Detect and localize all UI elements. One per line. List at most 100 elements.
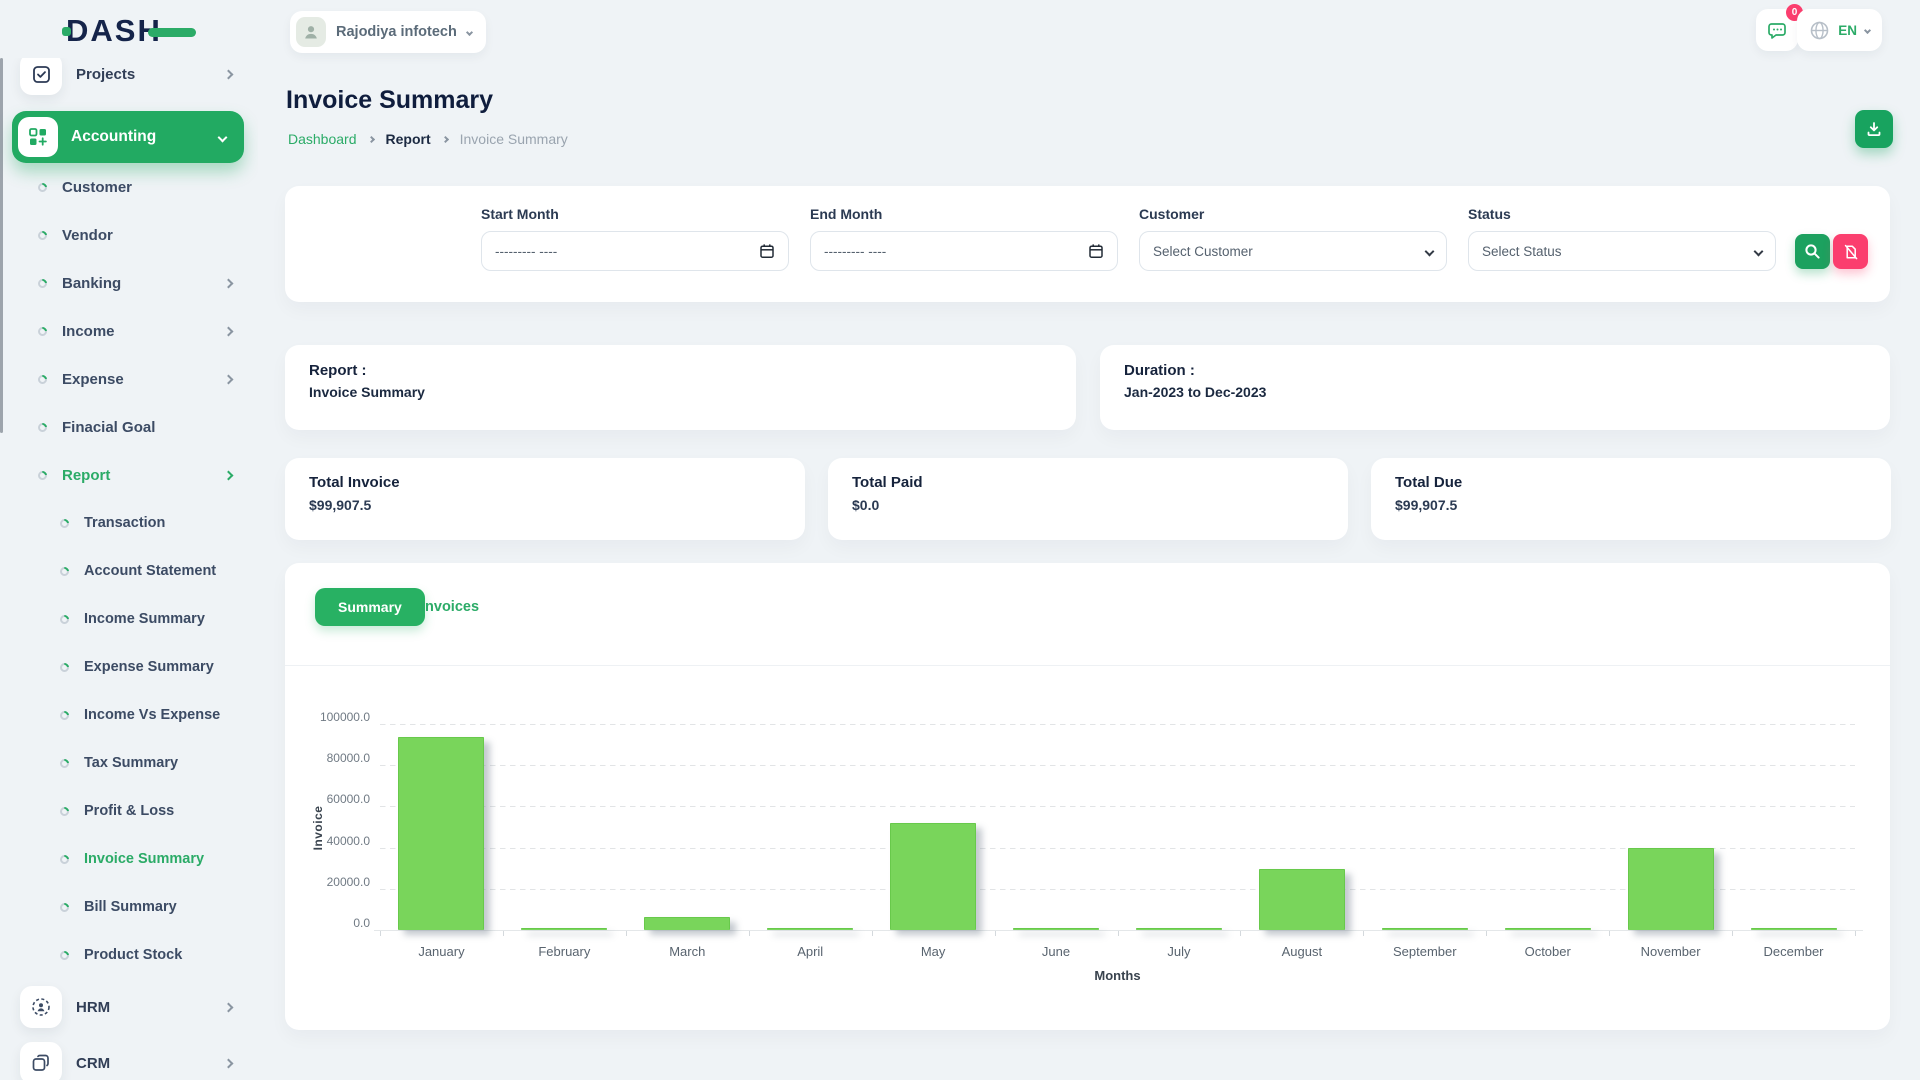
sidebar-item-label: Product Stock bbox=[84, 947, 182, 963]
bullet-icon bbox=[36, 373, 49, 386]
sidebar-item-profit-loss[interactable]: Profit & Loss bbox=[0, 787, 258, 835]
sidebar-item-income[interactable]: Income bbox=[0, 307, 258, 355]
sidebar-item-label: Customer bbox=[62, 179, 132, 196]
breadcrumb-current: Invoice Summary bbox=[460, 131, 568, 147]
sidebar-item-bill-summary[interactable]: Bill Summary bbox=[0, 883, 258, 931]
chart-bar-august[interactable] bbox=[1259, 869, 1345, 930]
chart-bar-december[interactable] bbox=[1751, 928, 1837, 930]
bullet-icon bbox=[36, 421, 49, 434]
sidebar-item-finacial-goal[interactable]: Finacial Goal bbox=[0, 403, 258, 451]
chevron-down-icon bbox=[1754, 246, 1764, 256]
top-header: DASH Rajodiya infotech 0 EN bbox=[0, 0, 1920, 58]
chart-bar-column: June bbox=[995, 725, 1118, 931]
filter-card: Start Month --------- ---- End Month ---… bbox=[285, 186, 1890, 302]
chart-bar-may[interactable] bbox=[890, 823, 976, 930]
sidebar-item-label: Banking bbox=[62, 275, 121, 292]
sidebar-item-transaction[interactable]: Transaction bbox=[0, 499, 258, 547]
x-axis-tick-label: March bbox=[626, 944, 749, 959]
end-month-input[interactable]: --------- ---- bbox=[810, 231, 1118, 271]
globe-icon bbox=[1809, 20, 1830, 41]
sidebar-item-expense-summary[interactable]: Expense Summary bbox=[0, 643, 258, 691]
sidebar-item-hrm[interactable]: HRM bbox=[0, 979, 258, 1035]
sidebar-item-label: Accounting bbox=[71, 128, 156, 146]
sidebar-item-banking[interactable]: Banking bbox=[0, 259, 258, 307]
chart-bar-november[interactable] bbox=[1628, 848, 1714, 930]
end-month-field: End Month --------- ---- bbox=[810, 206, 1118, 271]
sidebar-scrollbar[interactable] bbox=[0, 58, 3, 433]
tab-invoices[interactable]: Invoices bbox=[421, 588, 479, 626]
x-axis-tick-label: February bbox=[503, 944, 626, 959]
chevron-down-icon bbox=[1425, 246, 1435, 256]
sidebar-item-label: Bill Summary bbox=[84, 899, 177, 915]
chart-bar-february[interactable] bbox=[521, 928, 607, 930]
sidebar-item-accounting[interactable]: Accounting bbox=[12, 111, 244, 163]
messages-button[interactable]: 0 bbox=[1756, 9, 1798, 51]
x-axis-tick-label: April bbox=[749, 944, 872, 959]
chart-bar-july[interactable] bbox=[1136, 928, 1222, 930]
total-invoice-label: Total Invoice bbox=[309, 474, 781, 491]
chart-bar-september[interactable] bbox=[1382, 928, 1468, 930]
checkbox-icon bbox=[20, 58, 62, 95]
chart-bar-october[interactable] bbox=[1505, 928, 1591, 930]
sidebar-item-projects[interactable]: Projects bbox=[0, 58, 258, 100]
app-logo[interactable]: DASH bbox=[66, 13, 186, 47]
bullet-icon bbox=[58, 853, 71, 866]
start-month-placeholder: --------- ---- bbox=[495, 244, 759, 259]
y-axis-tick-label: 80000.0 bbox=[290, 751, 370, 765]
customer-select[interactable]: Select Customer bbox=[1139, 231, 1447, 271]
sidebar-item-vendor[interactable]: Vendor bbox=[0, 211, 258, 259]
sidebar-item-label: Transaction bbox=[84, 515, 165, 531]
duration-info-value: Jan-2023 to Dec-2023 bbox=[1124, 384, 1866, 400]
y-axis-tick-label: 60000.0 bbox=[290, 792, 370, 806]
page-title: Invoice Summary bbox=[286, 86, 493, 115]
apply-filter-button[interactable] bbox=[1795, 234, 1830, 269]
sidebar-item-tax-summary[interactable]: Tax Summary bbox=[0, 739, 258, 787]
sidebar-item-crm[interactable]: CRM bbox=[0, 1035, 258, 1080]
person-icon bbox=[302, 23, 320, 41]
sidebar-item-income-vs-expense[interactable]: Income Vs Expense bbox=[0, 691, 258, 739]
sidebar-item-invoice-summary[interactable]: Invoice Summary bbox=[0, 835, 258, 883]
status-select[interactable]: Select Status bbox=[1468, 231, 1776, 271]
sidebar-item-label: Vendor bbox=[62, 227, 113, 244]
language-selector[interactable]: EN bbox=[1797, 9, 1882, 51]
chart-bar-june[interactable] bbox=[1013, 928, 1099, 930]
language-code: EN bbox=[1838, 23, 1857, 38]
y-axis-tick-label: 40000.0 bbox=[290, 834, 370, 848]
chart-bar-april[interactable] bbox=[767, 928, 853, 930]
chart-bar-column: July bbox=[1118, 725, 1241, 931]
reset-filter-button[interactable] bbox=[1833, 234, 1868, 269]
total-paid-label: Total Paid bbox=[852, 474, 1324, 491]
grid-plus-icon bbox=[18, 117, 58, 157]
x-axis-tick-label: December bbox=[1732, 944, 1855, 959]
breadcrumb-dashboard[interactable]: Dashboard bbox=[288, 131, 357, 147]
sidebar-item-account-statement[interactable]: Account Statement bbox=[0, 547, 258, 595]
status-selected-value: Select Status bbox=[1482, 244, 1755, 259]
x-axis-tick-label: June bbox=[995, 944, 1118, 959]
company-selector[interactable]: Rajodiya infotech bbox=[290, 11, 486, 53]
customer-label: Customer bbox=[1139, 206, 1447, 222]
x-axis-tick-label: January bbox=[380, 944, 503, 959]
sidebar-item-label: Profit & Loss bbox=[84, 803, 174, 819]
bullet-icon bbox=[58, 757, 71, 770]
chart-bar-march[interactable] bbox=[644, 917, 730, 930]
chart-bar-column: November bbox=[1609, 725, 1732, 931]
bullet-icon bbox=[58, 661, 71, 674]
sidebar-item-customer[interactable]: Customer bbox=[0, 163, 258, 211]
sidebar-item-report[interactable]: Report bbox=[0, 451, 258, 499]
chart-bar-january[interactable] bbox=[398, 737, 484, 930]
sidebar-item-product-stock[interactable]: Product Stock bbox=[0, 931, 258, 979]
file-slash-icon bbox=[1843, 244, 1859, 260]
start-month-input[interactable]: --------- ---- bbox=[481, 231, 789, 271]
sidebar-item-label: Income Vs Expense bbox=[84, 707, 220, 723]
axis-tick bbox=[1855, 931, 1856, 936]
start-month-label: Start Month bbox=[481, 206, 789, 222]
breadcrumb-report[interactable]: Report bbox=[386, 131, 431, 147]
tab-summary[interactable]: Summary bbox=[315, 588, 425, 626]
logo-bar bbox=[148, 28, 196, 37]
y-axis-tick-label: 100000.0 bbox=[290, 710, 370, 724]
sidebar-item-expense[interactable]: Expense bbox=[0, 355, 258, 403]
download-report-button[interactable] bbox=[1855, 110, 1893, 148]
chevron-down-icon bbox=[1864, 26, 1871, 33]
bullet-icon bbox=[36, 277, 49, 290]
sidebar-item-income-summary[interactable]: Income Summary bbox=[0, 595, 258, 643]
